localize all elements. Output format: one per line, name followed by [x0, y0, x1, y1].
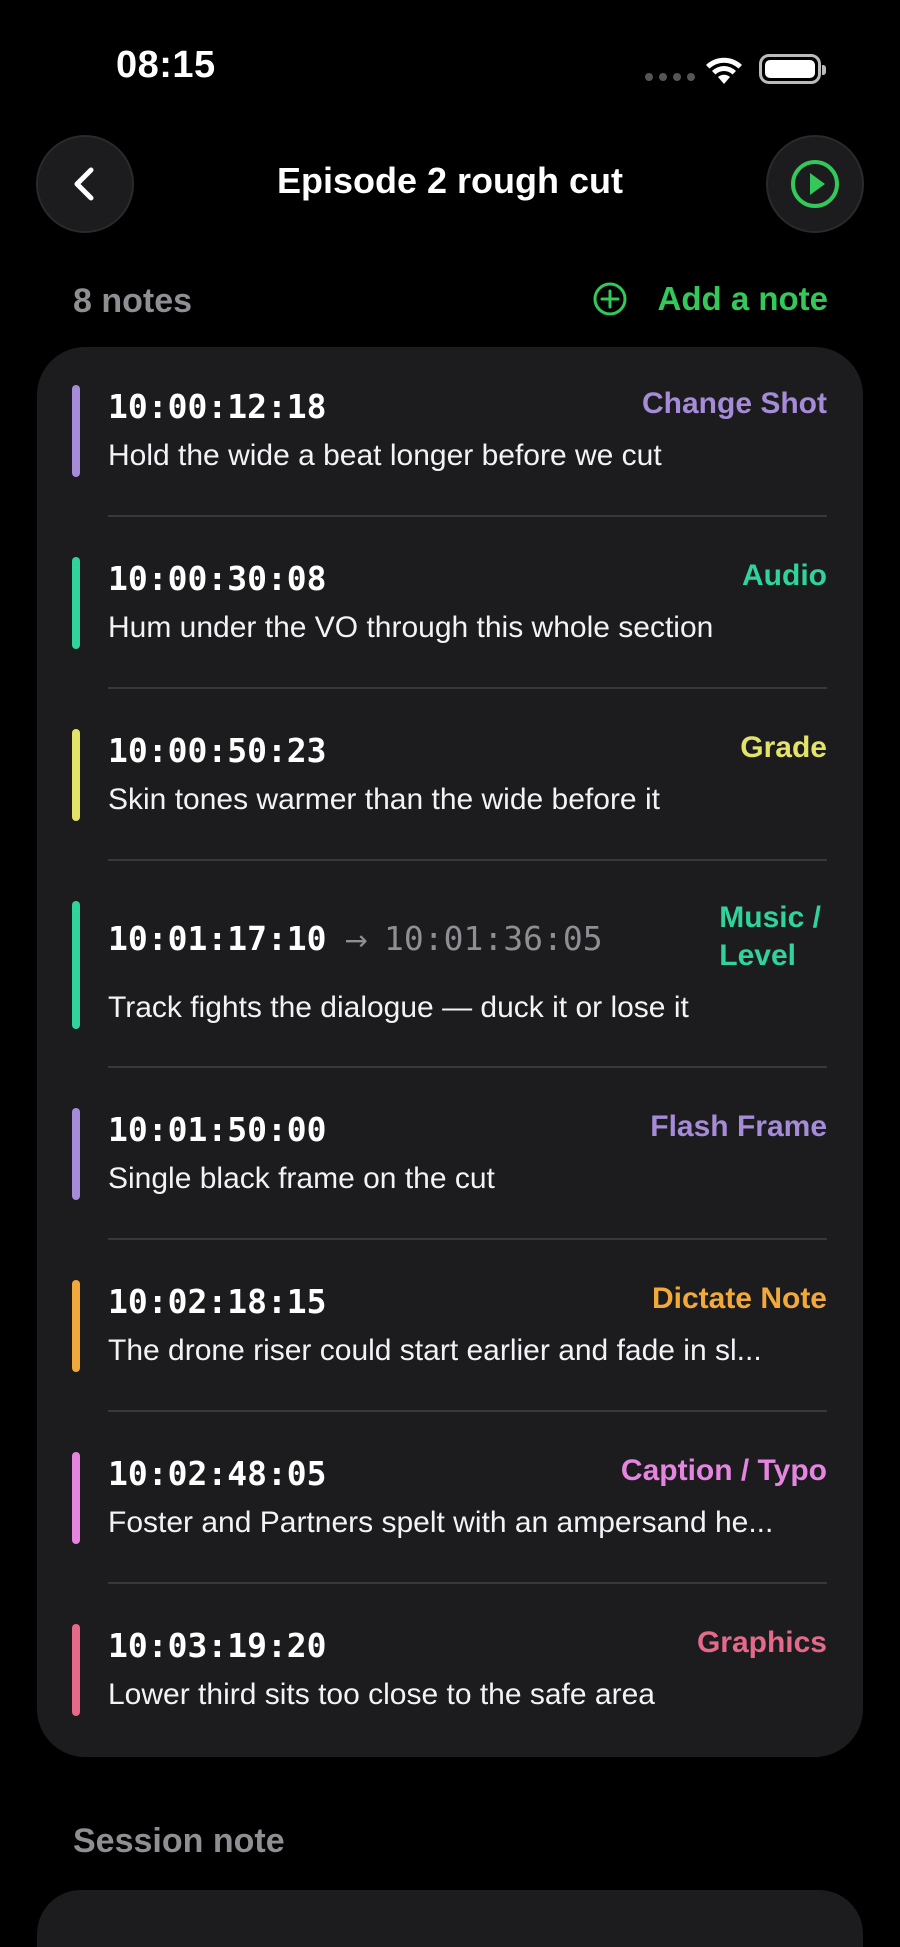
add-note-label: Add a note [657, 280, 829, 317]
notes-count: 8 notes [73, 282, 193, 320]
note-row[interactable]: 10:01:50:00 Flash Frame Single black fra… [37, 1070, 863, 1242]
note-category: Grade [740, 731, 827, 764]
note-category-line: Level [719, 939, 797, 972]
wifi-icon [706, 57, 742, 84]
note-text: Foster and Partners spelt with an ampers… [108, 1506, 774, 1539]
status-bar: 08:15 [0, 0, 900, 130]
divider [108, 1582, 827, 1584]
note-timecode: 10:01:50:00 [108, 1110, 327, 1149]
note-timecode: 10:00:30:08 [108, 559, 327, 598]
note-timecode-start: 10:01:17:10 [108, 919, 327, 958]
divider [108, 1238, 827, 1240]
note-category-line: Music / [719, 901, 821, 934]
note-row[interactable]: 10:02:48:05 Caption / Typo Foster and Pa… [37, 1414, 863, 1586]
note-timecode: 10:02:18:15 [108, 1282, 327, 1321]
divider [108, 1410, 827, 1412]
note-color-bar [72, 1108, 80, 1200]
play-button[interactable] [766, 135, 864, 233]
note-color-bar [72, 729, 80, 821]
note-timecode: 10:00:12:18 [108, 387, 327, 426]
note-row[interactable]: 10:01:17:10 → 10:01:36:05 Music / Level Tr… [37, 863, 863, 1071]
battery-icon [759, 54, 826, 84]
page-title: Episode 2 rough cut [276, 160, 624, 201]
cellular-signal-icon [645, 73, 695, 81]
note-timecode: 10:00:50:23 [108, 731, 327, 770]
note-timecode: 10:02:48:05 [108, 1454, 327, 1493]
note-row[interactable]: 10:02:18:15 Dictate Note The drone riser… [37, 1242, 863, 1414]
note-category: Audio [742, 559, 827, 592]
note-color-bar [72, 385, 80, 477]
divider [108, 687, 827, 689]
note-color-bar [72, 1624, 80, 1716]
note-category: Caption / Typo [620, 1454, 827, 1487]
note-text: Hum under the VO through this whole sect… [108, 611, 714, 644]
note-category: Flash Frame [650, 1110, 827, 1143]
plus-circle-icon [593, 282, 626, 316]
note-text: The drone riser could start earlier and … [108, 1334, 762, 1367]
divider [108, 515, 827, 517]
note-text: Track fights the dialogue — duck it or l… [108, 991, 689, 1024]
note-timecode: 10:03:19:20 [108, 1626, 327, 1665]
play-circle-icon [791, 160, 839, 208]
note-category: Music / Level [719, 899, 821, 975]
session-note-label: Session note [73, 1822, 285, 1860]
note-timecode-range: 10:01:17:10 → 10:01:36:05 [108, 919, 603, 958]
note-row[interactable]: 10:00:12:18 Change Shot Hold the wide a … [37, 347, 863, 519]
note-row[interactable]: 10:03:19:20 Graphics Lower third sits to… [37, 1586, 863, 1758]
divider [108, 859, 827, 861]
divider [108, 1066, 827, 1068]
notes-list: 10:00:12:18 Change Shot Hold the wide a … [37, 347, 863, 1757]
note-timecode-end: 10:01:36:05 [384, 919, 603, 958]
note-category: Dictate Note [651, 1282, 827, 1315]
note-category: Change Shot [642, 387, 827, 420]
note-text: Lower third sits too close to the safe a… [108, 1678, 655, 1711]
note-row[interactable]: 10:00:30:08 Audio Hum under the VO throu… [37, 519, 863, 691]
session-note-input[interactable] [37, 1890, 863, 1947]
note-text: Single black frame on the cut [108, 1162, 495, 1195]
note-color-bar [72, 557, 80, 649]
note-text: Hold the wide a beat longer before we cu… [108, 439, 662, 472]
note-row[interactable]: 10:00:50:23 Grade Skin tones warmer than… [37, 691, 863, 863]
note-color-bar [72, 1452, 80, 1544]
note-category: Graphics [696, 1626, 827, 1659]
arrow-right-icon: → [344, 924, 369, 957]
add-note-button[interactable]: Add a note [592, 280, 829, 318]
note-color-bar [72, 1280, 80, 1372]
status-time: 08:15 [116, 44, 216, 86]
note-color-bar [72, 901, 80, 1029]
note-text: Skin tones warmer than the wide before i… [108, 783, 660, 816]
